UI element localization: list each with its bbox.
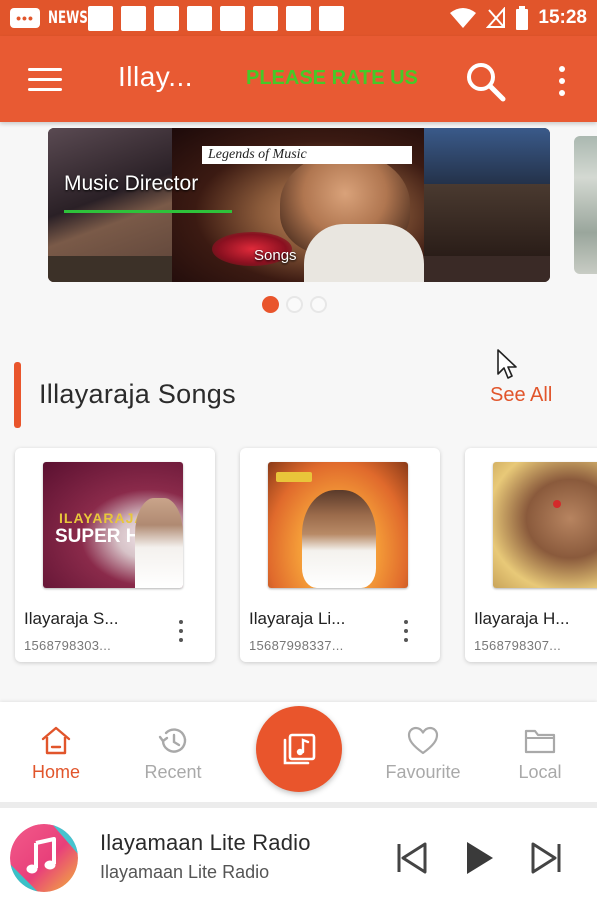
- song-subtitle: 15687998337...: [249, 638, 344, 653]
- album-art-text: ILAYARAJA: [59, 510, 146, 526]
- album-art: [493, 462, 597, 588]
- rate-us-button[interactable]: PLEASE RATE US: [246, 67, 418, 90]
- song-more-icon[interactable]: [401, 620, 411, 642]
- chat-notification-icon: •••: [10, 8, 40, 28]
- music-note-icon[interactable]: [10, 824, 78, 892]
- song-title: Ilayaraja H...: [474, 609, 570, 628]
- battery-icon: [516, 6, 529, 30]
- song-card[interactable]: Ilayaraja H... 1568798307...: [465, 448, 597, 662]
- section-accent-bar: [14, 362, 21, 428]
- home-icon: [41, 726, 71, 755]
- carousel-dot[interactable]: [286, 296, 303, 313]
- banner-underline: [64, 210, 232, 213]
- notification-icon: [220, 5, 245, 31]
- no-signal-icon: [486, 7, 506, 28]
- status-time: 15:28: [538, 7, 587, 28]
- notification-icon: [121, 5, 146, 31]
- status-system-icons: 15:28: [449, 0, 587, 36]
- music-library-icon: [283, 733, 316, 765]
- notification-icon: [88, 5, 113, 31]
- album-art: ILAYARAJA SUPER HIT: [43, 462, 183, 588]
- song-card[interactable]: ILAYARAJA SUPER HIT Ilayaraja S... 15687…: [15, 448, 215, 662]
- notification-icon: [286, 5, 311, 31]
- carousel-next-banner[interactable]: [574, 136, 597, 274]
- song-more-icon[interactable]: [176, 620, 186, 642]
- banner-tag: Legends of Music: [202, 146, 412, 164]
- carousel-banner[interactable]: Legends of Music Music Director Songs: [48, 128, 550, 282]
- notification-icon: [253, 5, 278, 31]
- song-subtitle: 1568798303...: [24, 638, 112, 653]
- nav-local[interactable]: Local: [490, 724, 590, 784]
- song-title: Ilayaraja S...: [24, 609, 119, 628]
- album-art: [268, 462, 408, 588]
- nav-label: Recent: [144, 762, 202, 782]
- heart-icon: [407, 726, 439, 755]
- nav-recent[interactable]: Recent: [123, 724, 223, 784]
- wifi-icon: [450, 8, 477, 28]
- app-screen: ••• NEWS 15:28 Illay... PLEASE RATE US L…: [0, 0, 597, 900]
- folder-icon: [524, 729, 556, 754]
- song-subtitle: 1568798307...: [474, 638, 562, 653]
- banner-caption: Songs: [254, 247, 297, 264]
- status-bar: ••• NEWS 15:28: [0, 0, 597, 36]
- song-title: Ilayaraja Li...: [249, 609, 346, 628]
- music-library-button[interactable]: [256, 706, 342, 792]
- nav-label: Home: [31, 762, 80, 782]
- nav-label: Favourite: [385, 762, 461, 782]
- search-icon[interactable]: [462, 58, 508, 104]
- nav-home[interactable]: Home: [6, 724, 106, 784]
- see-all-link[interactable]: See All: [490, 384, 552, 407]
- player-title: Ilayamaan Lite Radio: [100, 830, 311, 855]
- mouse-pointer-icon: [497, 349, 517, 379]
- song-card[interactable]: Ilayaraja Li... 15687998337...: [240, 448, 440, 662]
- status-notifications: ••• NEWS: [10, 5, 344, 31]
- menu-icon[interactable]: [28, 68, 62, 92]
- app-bar: Illay... PLEASE RATE US: [0, 36, 597, 122]
- nav-favourite[interactable]: Favourite: [373, 724, 473, 784]
- section-title: Illayaraja Songs: [39, 379, 236, 409]
- app-title: Illay...: [118, 61, 194, 92]
- notification-icon: [187, 5, 212, 31]
- news-notification-label: NEWS: [48, 8, 88, 28]
- notification-icon: [319, 5, 344, 31]
- nav-label: Local: [518, 762, 562, 782]
- skip-previous-icon[interactable]: [392, 838, 432, 878]
- play-icon[interactable]: [458, 838, 498, 878]
- carousel-dot[interactable]: [262, 296, 279, 313]
- skip-next-icon[interactable]: [526, 838, 566, 878]
- more-vert-icon[interactable]: [556, 66, 568, 96]
- carousel-indicator: [262, 296, 327, 313]
- notification-icon: [154, 5, 179, 31]
- history-icon: [158, 728, 187, 753]
- player-subtitle: Ilayamaan Lite Radio: [100, 862, 270, 882]
- carousel-dot[interactable]: [310, 296, 327, 313]
- banner-heading: Music Director: [64, 172, 199, 195]
- mini-player[interactable]: Ilayamaan Lite Radio Ilayamaan Lite Radi…: [0, 808, 597, 900]
